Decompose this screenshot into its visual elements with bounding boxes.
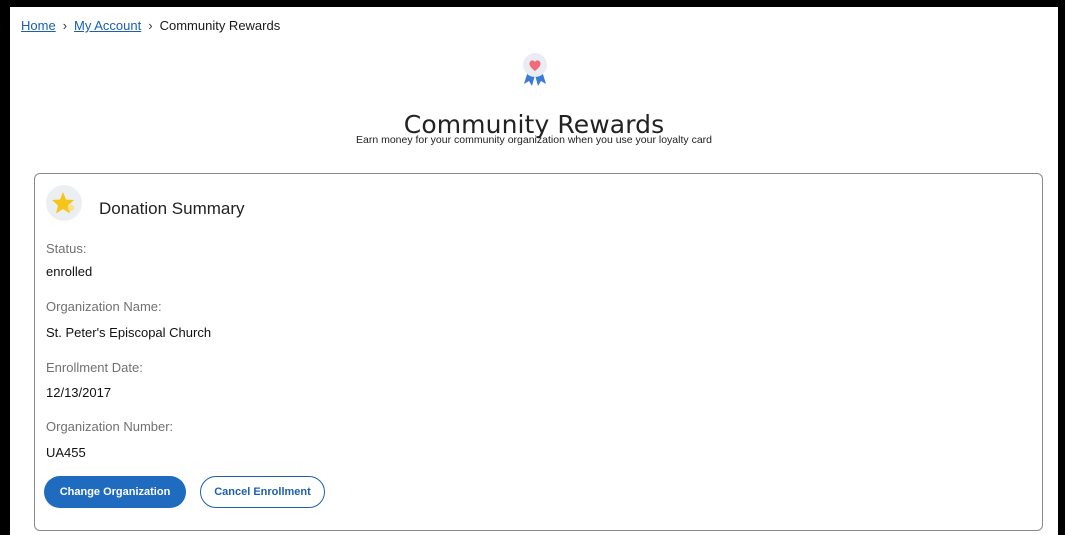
breadcrumb-separator: › [148, 18, 153, 33]
page: Home › My Account › Community Rewards Co… [10, 7, 1058, 535]
breadcrumb-my-account-link[interactable]: My Account [74, 18, 141, 33]
breadcrumb: Home › My Account › Community Rewards [21, 18, 280, 33]
organization-number-value: UA455 [46, 445, 86, 460]
organization-name-value: St. Peter's Episcopal Church [46, 325, 212, 340]
breadcrumb-current: Community Rewards [159, 18, 281, 33]
donation-summary-card: Donation Summary Status: enrolled Organi… [34, 173, 1043, 531]
breadcrumb-separator: › [62, 18, 68, 33]
breadcrumb-home-link[interactable]: Home [21, 18, 56, 33]
page-subtitle: Earn money for your community organizati… [355, 134, 712, 146]
enrollment-date-value: 12/13/2017 [46, 385, 112, 400]
organization-number-label: Organization Number: [46, 419, 174, 434]
enrollment-date-label: Enrollment Date: [46, 360, 143, 375]
star-icon [46, 185, 82, 221]
ribbon-badge-heart-icon [520, 51, 550, 87]
status-value: enrolled [46, 264, 93, 279]
change-organization-button[interactable]: Change Organization [44, 476, 186, 508]
cancel-enrollment-button[interactable]: Cancel Enrollment [200, 476, 325, 508]
card-title: Donation Summary [99, 199, 245, 218]
status-label: Status: [46, 241, 87, 256]
organization-name-label: Organization Name: [46, 299, 162, 314]
